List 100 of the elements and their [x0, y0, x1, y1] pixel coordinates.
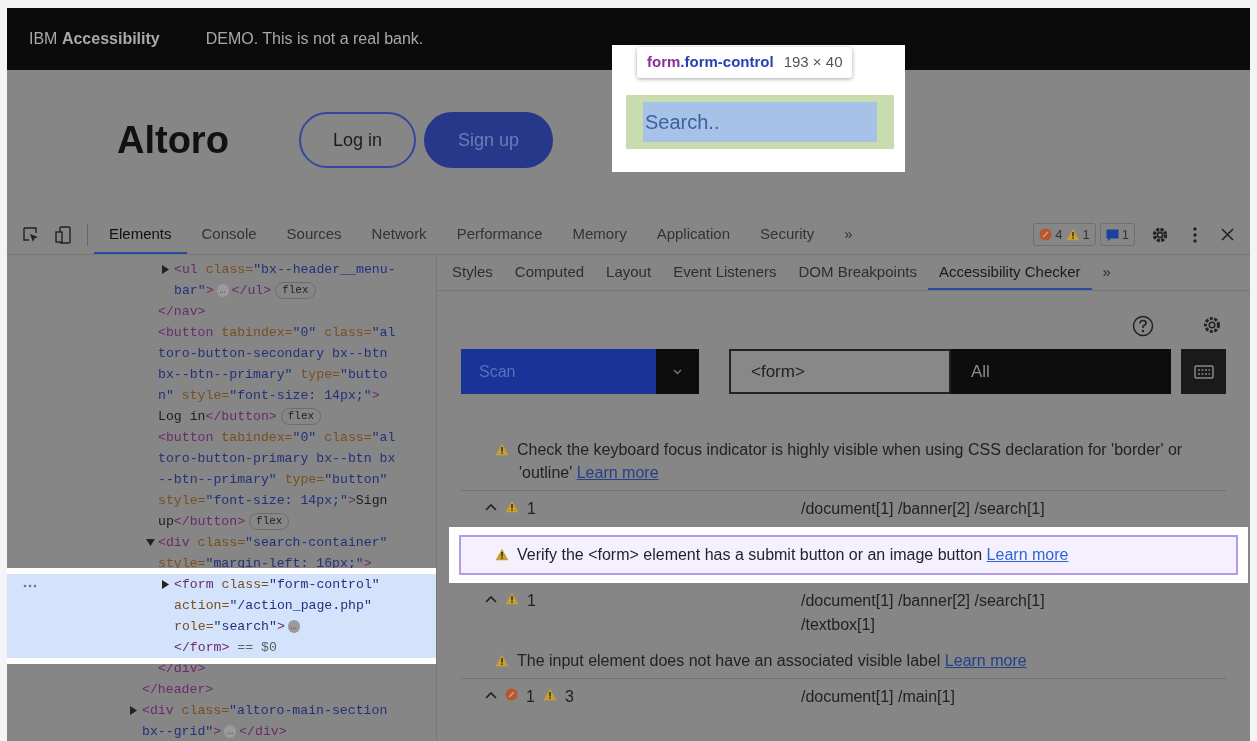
- code-text: up</button>: [158, 513, 246, 531]
- collapsed-content-button[interactable]: …: [224, 725, 237, 738]
- error-icon: [505, 688, 518, 701]
- caret-icon: [673, 368, 682, 375]
- message-counter[interactable]: 1: [1099, 222, 1135, 247]
- sidebar-tab[interactable]: Computed: [503, 255, 596, 290]
- warning-icon: [505, 592, 519, 605]
- warning-icon: [542, 688, 557, 701]
- demo-notice: DEMO. This is not a real bank.: [205, 29, 424, 49]
- collapse-chevron-icon[interactable]: [485, 595, 497, 603]
- code-text: <button tabindex="0" class="al: [158, 324, 396, 342]
- code-text: style="font-size: 14px;">Sign: [158, 492, 388, 510]
- devtools-tab[interactable]: Elements: [94, 215, 187, 254]
- collapse-chevron-icon[interactable]: [485, 503, 497, 511]
- message-icon: [1105, 228, 1119, 241]
- code-text: </header>: [142, 682, 214, 697]
- learn-more-link[interactable]: Learn more: [576, 464, 659, 481]
- site-logo: Altoro: [117, 117, 229, 163]
- more-options-icon[interactable]: [1193, 226, 1197, 243]
- code-text: Log in</button>: [158, 408, 277, 426]
- warning-icon: [1065, 228, 1080, 241]
- code-text: </div>: [239, 723, 287, 741]
- brand-text: IBM Accessibility: [29, 29, 160, 49]
- issue-count: 3: [564, 687, 574, 707]
- selected-issue-row[interactable]: Verify the <form> element has a submit button or an image button Learn more: [459, 535, 1238, 575]
- sidebar-tab[interactable]: Layout: [595, 255, 663, 290]
- collapsed-content-button[interactable]: …: [287, 620, 300, 633]
- devtools-tab[interactable]: Application: [641, 215, 746, 254]
- code-text: <div class="search-container": [158, 534, 388, 552]
- code-text: toro-button-primary bx--btn bx: [158, 450, 396, 468]
- expanded-triangle-icon[interactable]: [146, 539, 155, 546]
- devtools-tab[interactable]: Security: [745, 215, 830, 254]
- issue-row[interactable]: The input element does not have an associated visible label Learn more: [461, 643, 1226, 679]
- element-path: /document[1] /main[1]: [801, 687, 956, 707]
- inspect-cursor-icon[interactable]: [23, 226, 39, 243]
- code-text: <div class="altoro-main-section: [142, 702, 388, 720]
- collapsed-triangle-icon[interactable]: [162, 580, 169, 589]
- learn-more-link[interactable]: Learn more: [986, 546, 1069, 563]
- code-text: role="search">: [174, 618, 285, 636]
- settings-icon[interactable]: [1202, 315, 1222, 335]
- code-text: toro-button-secondary bx--btn: [158, 345, 388, 363]
- sidebar-tab[interactable]: Styles: [441, 255, 504, 290]
- issue-message: The input element does not have an associated visible label Learn more: [517, 652, 1027, 669]
- error-icon: [1039, 228, 1053, 241]
- code-text: <button tabindex="0" class="al: [158, 429, 396, 447]
- scan-button[interactable]: Scan: [461, 349, 656, 394]
- devtools-tab[interactable]: Network: [356, 215, 442, 254]
- sidebar-tab[interactable]: Accessibility Checker: [927, 255, 1092, 290]
- collapse-chevron-icon[interactable]: [485, 691, 497, 699]
- dots-icon: [23, 584, 37, 588]
- code-text: <form class="form-control": [174, 576, 380, 594]
- code-text: --btn--primary" type="button": [158, 471, 388, 489]
- element-path: /document[1] /banner[2] /search[1] /textbox[1]: [801, 591, 1046, 635]
- element-selector: form.form-control: [647, 53, 774, 70]
- code-text: </form> == $0: [174, 639, 277, 657]
- code-text: </div>: [158, 661, 206, 676]
- warning-icon: [495, 548, 509, 561]
- devtools-tab[interactable]: Memory: [557, 215, 642, 254]
- issue-message: Verify the <form> element has a submit button or an image button Learn more: [517, 546, 1069, 563]
- code-text: n" style="font-size: 14px;">: [158, 387, 380, 405]
- level-dropdown[interactable]: All: [951, 349, 1171, 394]
- settings-icon[interactable]: [1151, 225, 1169, 244]
- code-text: </ul>: [231, 282, 272, 300]
- issue-count: 1: [527, 591, 536, 611]
- warning-icon: [495, 654, 509, 667]
- devtools-tab[interactable]: Sources: [271, 215, 357, 254]
- element-size: 193 × 40: [783, 53, 843, 70]
- signup-button[interactable]: Sign up: [423, 112, 553, 168]
- learn-more-link[interactable]: Learn more: [944, 652, 1027, 669]
- login-button[interactable]: Log in: [298, 112, 416, 168]
- issue-count: 1: [526, 687, 535, 707]
- keyboard-icon: [1193, 364, 1214, 379]
- element-path: /document[1] /banner[2] /search[1]: [801, 499, 1046, 519]
- filter-field[interactable]: <form>: [729, 349, 951, 394]
- issue-message: Check the keyboard focus indicator is highly visible when using CSS declaration for 'border' or 'outline' Learn more: [517, 441, 1183, 481]
- issue-count: 1: [527, 499, 536, 519]
- count-number: 1: [1082, 225, 1090, 244]
- count-number: 1: [1121, 225, 1129, 244]
- issue-counter[interactable]: 4 1: [1033, 222, 1096, 247]
- sidebar-tab[interactable]: DOM Breakpoints: [787, 255, 928, 290]
- close-icon[interactable]: [1221, 228, 1234, 241]
- sidebar-tab[interactable]: Event Listeners: [662, 255, 788, 290]
- devtools-tab[interactable]: Console: [186, 215, 272, 254]
- collapsed-content-button[interactable]: …: [216, 284, 229, 297]
- selected-element-row[interactable]: <form class="form-control" action="/action_page.php" role="search"> … </form> == $0: [7, 568, 436, 664]
- more-tabs-button[interactable]: »: [829, 215, 868, 254]
- more-tabs-button[interactable]: »: [1091, 255, 1122, 290]
- code-text: <ul class="bx--header__menu-: [174, 261, 396, 279]
- code-text: bx--btn--primary" type="butto: [158, 366, 388, 384]
- warning-icon: [495, 443, 509, 456]
- code-text: bx--grid">: [142, 723, 222, 741]
- devtools-tab[interactable]: Performance: [441, 215, 558, 254]
- help-icon[interactable]: [1132, 315, 1154, 337]
- search-field[interactable]: Search..: [643, 102, 877, 142]
- device-icon[interactable]: [55, 225, 71, 244]
- warning-icon: [505, 500, 519, 513]
- report-button[interactable]: [1181, 349, 1226, 394]
- code-text: action="/action_page.php": [174, 597, 372, 615]
- code-text: bar">: [174, 282, 214, 300]
- issue-row[interactable]: Check the keyboard focus indicator is highly visible when using CSS declaration for 'border' or 'outline' Learn more: [461, 432, 1226, 491]
